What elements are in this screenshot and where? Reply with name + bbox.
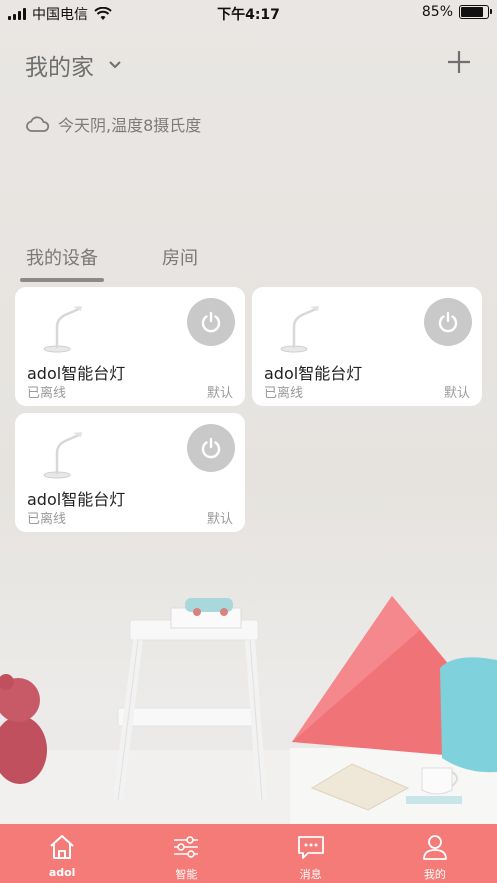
- device-status: 已离线: [27, 386, 67, 401]
- battery-percent: 85%: [421, 4, 453, 20]
- nav-label: adol: [48, 866, 76, 879]
- device-name: adol智能台灯: [27, 490, 126, 509]
- power-button[interactable]: [187, 298, 235, 346]
- status-bar-right: 85%: [421, 4, 492, 20]
- device-name: adol智能台灯: [27, 364, 126, 383]
- battery-icon: [459, 5, 492, 19]
- nav-item-messages[interactable]: 消息: [249, 824, 373, 883]
- device-card[interactable]: adol智能台灯 已离线 默认: [15, 413, 245, 532]
- nav-label: 智能: [175, 868, 198, 881]
- tab-rooms[interactable]: 房间: [156, 244, 204, 276]
- power-button[interactable]: [424, 298, 472, 346]
- sliders-icon: [174, 836, 199, 858]
- chevron-down-icon: [109, 61, 121, 69]
- device-tabs: 我的设备 房间: [20, 244, 204, 282]
- device-card[interactable]: adol智能台灯 已离线 默认: [15, 287, 245, 406]
- nav-item-me[interactable]: 我的: [373, 824, 497, 883]
- bottom-nav: adol 智能 消息 我的: [0, 824, 497, 883]
- device-name: adol智能台灯: [264, 364, 363, 383]
- nav-item-smart[interactable]: 智能: [124, 824, 248, 883]
- power-button[interactable]: [187, 424, 235, 472]
- home-name: 我的家: [25, 55, 94, 81]
- nav-label: 我的: [423, 868, 446, 881]
- user-icon: [422, 835, 447, 860]
- desk-lamp-icon: [43, 432, 82, 479]
- power-icon: [438, 311, 458, 333]
- desk-lamp-icon: [280, 306, 319, 353]
- home-selector[interactable]: 我的家: [25, 48, 122, 82]
- status-bar: 中国电信 下午4:17 85%: [0, 0, 497, 26]
- add-icon[interactable]: [445, 48, 473, 76]
- desk-lamp-icon: [43, 306, 82, 353]
- device-status: 已离线: [27, 512, 67, 527]
- device-room: 默认: [206, 386, 233, 401]
- device-card[interactable]: adol智能台灯 已离线 默认: [252, 287, 482, 406]
- power-icon: [201, 437, 221, 459]
- nav-label: 消息: [299, 868, 322, 881]
- home-icon: [50, 835, 74, 859]
- weather-text: 今天阴,温度8摄氏度: [58, 116, 202, 135]
- device-room: 默认: [206, 512, 233, 527]
- power-icon: [201, 311, 221, 333]
- cloud-icon: [26, 116, 50, 132]
- background-room-illustration: [0, 596, 497, 824]
- message-icon: [297, 836, 324, 859]
- nav-item-adol[interactable]: adol: [0, 824, 124, 883]
- battery-fill: [461, 7, 484, 17]
- device-room: 默认: [443, 386, 470, 401]
- tab-my-devices[interactable]: 我的设备: [20, 244, 104, 282]
- weather-info: 今天阴,温度8摄氏度: [24, 112, 201, 136]
- device-status: 已离线: [264, 386, 304, 401]
